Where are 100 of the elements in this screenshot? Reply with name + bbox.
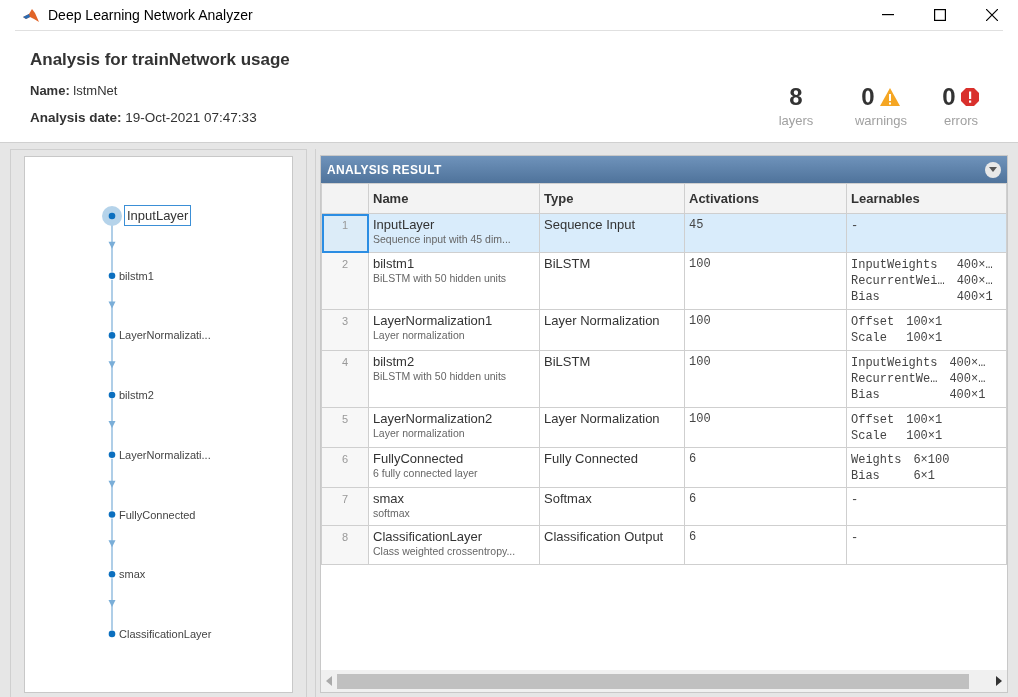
node-label[interactable]: bilstm1: [119, 268, 154, 283]
layer-name: LayerNormalization1: [373, 312, 494, 329]
layer-name: smax: [373, 490, 406, 507]
layer-type: BiLSTM: [539, 252, 685, 310]
count-value: 0: [861, 83, 875, 111]
learnable-size: 100×1: [906, 412, 943, 428]
layer-description: BiLSTM with 50 hidden units: [373, 370, 508, 383]
activations-cell: 6: [684, 447, 847, 488]
learnable-size: 400×1: [949, 387, 986, 403]
node-label[interactable]: InputLayer: [124, 205, 192, 226]
horizontal-scrollbar[interactable]: [321, 670, 1007, 692]
row-number: 7: [321, 487, 369, 526]
layer-name: bilstm1: [373, 255, 416, 272]
activations-cell: 6: [684, 487, 847, 526]
table-row[interactable]: 3 LayerNormalization1 Layer normalization Layer Normalization 100 Offset 100×1 Scale 100×1: [321, 309, 1007, 351]
close-icon: [986, 9, 998, 21]
layer-description: Layer normalization: [373, 427, 466, 440]
column-header[interactable]: Type: [539, 183, 685, 214]
layer-description: Class weighted crossentropy...: [373, 545, 517, 558]
graph-node[interactable]: [108, 511, 116, 518]
activations-cell: 6: [684, 525, 847, 565]
layer-name: LayerNormalization2: [373, 410, 494, 427]
count-value: 0: [942, 83, 956, 111]
learnable-name: Scale: [851, 428, 888, 444]
table-row[interactable]: 5 LayerNormalization2 Layer normalization Layer Normalization 100 Offset 100×1 Scale 100×1: [321, 407, 1007, 448]
count-label: warnings: [855, 112, 907, 130]
activations-cell: 45: [684, 213, 847, 253]
layer-description: Layer normalization: [373, 329, 466, 342]
panel-menu-button[interactable]: [985, 161, 1001, 178]
learnable-name: Bias: [851, 468, 881, 484]
table-row[interactable]: 2 bilstm1 BiLSTM with 50 hidden units BiLSTM 100 InputWeights 400×… RecurrentWei… 400×… Bias 400×1: [321, 252, 1007, 310]
learnable-size: 100×1: [906, 314, 943, 330]
app-logo-icon: [22, 7, 40, 23]
edge-arrow: [108, 517, 116, 571]
learnable-name: Offset: [851, 314, 895, 330]
column-header[interactable]: Learnables: [846, 183, 1007, 214]
scrollbar-thumb[interactable]: [337, 673, 969, 689]
window-title: Deep Learning Network Analyzer: [48, 5, 253, 25]
graph-node[interactable]: [108, 570, 116, 578]
edge-arrow: [108, 577, 116, 631]
node-label[interactable]: bilstm2: [119, 388, 154, 403]
layer-type: Classification Output: [539, 525, 685, 565]
layer-description: softmax: [373, 507, 411, 520]
learnable-name: Weights: [851, 452, 902, 468]
node-label[interactable]: FullyConnected: [119, 507, 196, 522]
activations-cell: 100: [684, 350, 847, 408]
learnable-name: Scale: [851, 330, 888, 346]
layer-type: Layer Normalization: [539, 407, 685, 448]
learnable-name: -: [851, 492, 860, 508]
learnable-name: -: [851, 530, 860, 546]
learnable-size: 400×1: [956, 289, 993, 305]
table-row[interactable]: 4 bilstm2 BiLSTM with 50 hidden units BiLSTM 100 InputWeights 400×… RecurrentWe… 400×… Bias 400×1: [321, 350, 1007, 408]
layer-description: 6 fully connected layer: [373, 467, 479, 480]
graph-node[interactable]: [108, 272, 116, 279]
learnable-size: 400×…: [949, 371, 986, 387]
graph-node[interactable]: [108, 630, 116, 638]
node-label[interactable]: ClassificationLayer: [119, 626, 212, 641]
node-label[interactable]: smax: [119, 567, 146, 582]
row-number: 2: [321, 252, 369, 310]
learnable-name: InputWeights: [851, 355, 938, 371]
scroll-right-icon[interactable]: [995, 676, 1003, 686]
learnable-name: RecurrentWe…: [851, 371, 938, 387]
graph-node[interactable]: [108, 451, 116, 459]
layer-name: ClassificationLayer: [373, 528, 484, 545]
learnable-name: Offset: [851, 412, 895, 428]
warning-icon: [878, 87, 901, 107]
layer-type: Sequence Input: [539, 213, 685, 253]
layer-type: Fully Connected: [539, 447, 685, 488]
column-header[interactable]: Activations: [684, 183, 847, 214]
node-label[interactable]: LayerNormalizati...: [119, 447, 211, 462]
learnable-size: 100×1: [906, 428, 943, 444]
edge-arrow: [108, 279, 116, 332]
activations-cell: 100: [684, 309, 847, 351]
layer-name: bilstm2: [373, 353, 416, 370]
graph-node[interactable]: [108, 332, 116, 339]
learnable-name: InputWeights: [851, 257, 939, 273]
graph-node[interactable]: [108, 391, 116, 399]
learnable-size: 400×…: [956, 273, 993, 289]
layer-type: BiLSTM: [539, 350, 685, 408]
count-label: layers: [778, 112, 814, 130]
table-row[interactable]: 1 InputLayer Sequence input with 45 dim... Sequence Input 45 -: [321, 213, 1007, 253]
edge-arrow: [108, 398, 116, 452]
table-row[interactable]: 6 FullyConnected 6 fully connected layer Fully Connected 6 Weights 6×100 Bias 6×1: [321, 447, 1007, 488]
row-number: 3: [321, 309, 369, 351]
network-name: Name: lstmNet: [30, 82, 118, 98]
layer-description: BiLSTM with 50 hidden units: [373, 272, 508, 285]
layer-name: InputLayer: [373, 216, 436, 233]
edge-arrow: [108, 458, 116, 512]
table-row[interactable]: 7 smax softmax Softmax 6 -: [321, 487, 1007, 526]
learnable-size: 6×100: [913, 452, 950, 468]
table-row[interactable]: 8 ClassificationLayer Class weighted crossentropy... Classification Output 6 -: [321, 525, 1007, 565]
learnable-size: 400×…: [956, 257, 993, 273]
node-label[interactable]: LayerNormalizati...: [119, 328, 211, 343]
learnable-name: -: [851, 218, 860, 234]
row-number: 4: [321, 350, 369, 408]
row-number: 1: [321, 213, 369, 253]
column-header[interactable]: Name: [368, 183, 540, 214]
maximize-icon: [934, 9, 946, 21]
graph-node[interactable]: [102, 206, 122, 226]
learnable-size: 6×1: [913, 468, 937, 484]
